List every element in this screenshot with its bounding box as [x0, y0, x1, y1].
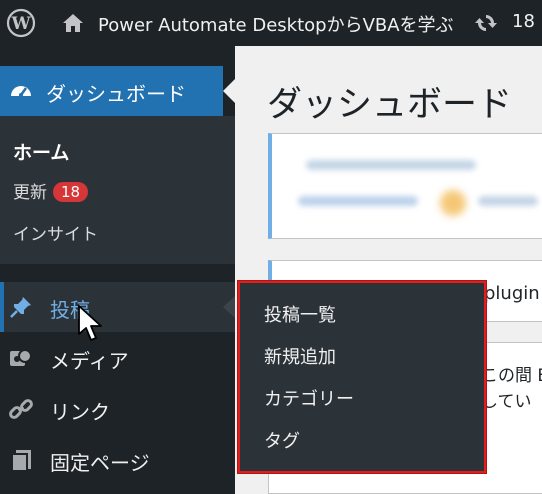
- flyout-item-tags[interactable]: タグ: [264, 427, 300, 453]
- posts-flyout-submenu: 投稿一覧 新規追加 カテゴリー タグ: [238, 281, 486, 473]
- widget-text-line-2: してい: [481, 392, 532, 412]
- menu-dashboard[interactable]: ダッシュボード: [0, 66, 223, 116]
- flyout-item-add-new[interactable]: 新規追加: [264, 343, 336, 369]
- menu-links[interactable]: リンク: [0, 384, 235, 434]
- house-icon[interactable]: [62, 12, 84, 34]
- menu-pages[interactable]: 固定ページ: [0, 435, 235, 485]
- updates-count[interactable]: 18: [512, 11, 535, 32]
- submenu-insight[interactable]: インサイト: [13, 220, 98, 245]
- plugin-notice-text: plugin: [484, 283, 540, 304]
- menu-dashboard-label: ダッシュボード: [46, 82, 186, 106]
- updates-badge: 18: [53, 182, 89, 202]
- link-icon: [9, 399, 33, 419]
- menu-pages-label: 固定ページ: [50, 451, 150, 475]
- notice-card: [268, 133, 542, 239]
- current-menu-arrow: [223, 79, 235, 103]
- blurred-notice-text-2: [478, 196, 538, 206]
- svg-text:W: W: [10, 14, 31, 34]
- submenu-updates[interactable]: 更新 18: [13, 178, 89, 203]
- media-icon: [10, 349, 32, 366]
- blurred-notice-text: [306, 160, 476, 170]
- blurred-notice-icon: [440, 190, 466, 216]
- menu-links-label: リンク: [50, 400, 110, 424]
- site-name-link[interactable]: Power Automate DesktopからVBAを学ぶ: [98, 11, 454, 37]
- gauge-icon: [11, 86, 31, 97]
- widget-text-line-1: この間 E: [481, 366, 542, 386]
- page-icon: [11, 450, 31, 472]
- blurred-notice-link: [298, 196, 418, 206]
- menu-media-label: メディア: [50, 349, 129, 373]
- mouse-cursor-icon: [78, 305, 102, 341]
- flyout-item-categories[interactable]: カテゴリー: [264, 385, 354, 411]
- admin-sidebar: ダッシュボード ホーム 更新 18 インサイト 投稿 メディア リンク 固定ペー…: [0, 46, 235, 494]
- admin-bar: W Power Automate DesktopからVBAを学ぶ 18: [0, 0, 542, 46]
- submenu-updates-label: 更新: [13, 183, 47, 203]
- page-title: ダッシュボード: [267, 85, 513, 125]
- menu-posts[interactable]: 投稿: [0, 282, 235, 332]
- wordpress-logo-icon[interactable]: W: [6, 8, 36, 38]
- flyout-item-all-posts[interactable]: 投稿一覧: [264, 301, 336, 327]
- dashboard-submenu: ホーム 更新 18 インサイト: [0, 116, 235, 264]
- menu-media[interactable]: メディア: [0, 333, 235, 383]
- pushpin-icon: [10, 297, 31, 318]
- refresh-icon[interactable]: [474, 11, 498, 35]
- submenu-home[interactable]: ホーム: [13, 138, 69, 165]
